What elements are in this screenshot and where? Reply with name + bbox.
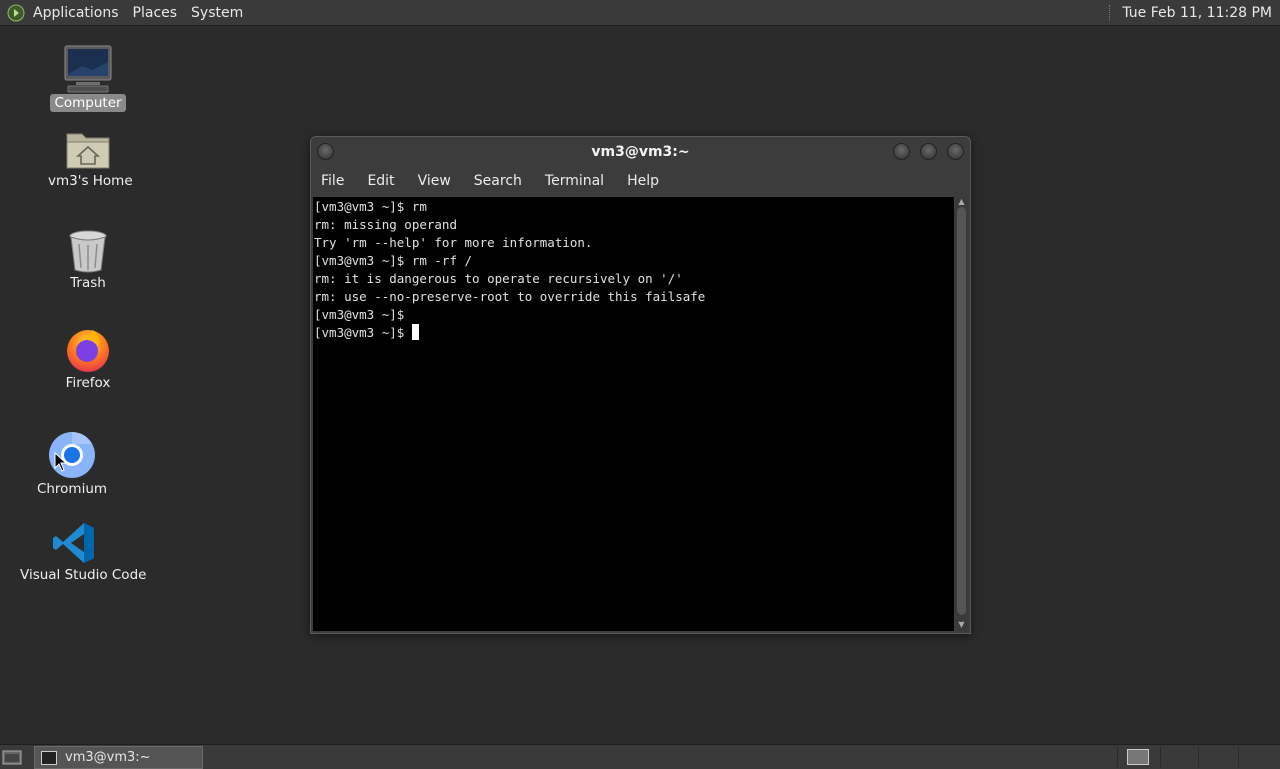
home-folder-icon [66,133,110,169]
menu-help[interactable]: Help [627,173,659,189]
panel-separator [1109,4,1114,21]
workspace-separator [1238,747,1239,767]
minimize-button[interactable] [893,143,910,160]
taskbar-item-terminal[interactable]: vm3@vm3:~ [34,746,203,769]
desktop-icon-trash[interactable]: Trash [44,228,132,292]
applications-logo-icon[interactable] [7,4,25,22]
clock[interactable]: Tue Feb 11, 11:28 PM [1122,5,1272,21]
text-cursor [411,324,419,340]
terminal-line: Try 'rm --help' for more information. [314,235,593,250]
taskbar-item-label: vm3@vm3:~ [65,750,151,765]
menu-terminal[interactable]: Terminal [545,173,604,189]
menu-places[interactable]: Places [133,5,178,21]
desktop-icon-computer[interactable]: Computer [44,44,132,112]
terminal-icon [41,750,57,765]
menu-edit[interactable]: Edit [367,173,394,189]
terminal-line: [vm3@vm3 ~]$ rm -rf / [314,253,473,268]
menu-view[interactable]: View [418,173,451,189]
menu-system[interactable]: System [191,5,243,21]
desktop-icon-firefox[interactable]: Firefox [44,326,132,392]
bottom-panel: vm3@vm3:~ [0,744,1280,769]
terminal-window[interactable]: vm3@vm3:~ File Edit View Search Terminal… [310,136,971,634]
desktop-icon-label: vm3's Home [48,173,133,189]
terminal-line: rm: missing operand [314,217,457,232]
menu-file[interactable]: File [321,173,344,189]
desktop-icon-label: Trash [70,275,106,291]
firefox-icon [67,330,109,372]
workspace-separator [1160,747,1161,767]
window-menubar: File Edit View Search Terminal Help [311,167,970,195]
terminal-output[interactable]: [vm3@vm3 ~]$ rm rm: missing operand Try … [313,197,954,631]
top-right-area: Tue Feb 11, 11:28 PM [1109,0,1280,25]
close-button[interactable] [947,143,964,160]
window-title: vm3@vm3:~ [591,144,690,160]
top-panel: Applications Places System Tue Feb 11, 1… [0,0,1280,26]
terminal-line: [vm3@vm3 ~]$ [314,307,405,322]
trash-icon [69,230,107,273]
terminal-scrollbar[interactable]: ▲ ▼ [955,197,968,631]
desktop-icon-vscode[interactable]: Visual Studio Code [16,520,146,584]
scroll-down-arrow-icon[interactable]: ▼ [957,621,966,629]
terminal-prompt-line[interactable]: [vm3@vm3 ~]$ [314,324,954,342]
terminal-line: rm: it is dangerous to operate recursive… [314,271,683,286]
menu-search[interactable]: Search [474,173,522,189]
terminal-line: [vm3@vm3 ~]$ rm [314,199,427,214]
workspace-1[interactable] [1127,749,1149,765]
window-titlebar[interactable]: vm3@vm3:~ [311,137,970,167]
desktop-icon-home[interactable]: vm3's Home [44,128,133,190]
scrollbar-thumb[interactable] [957,207,966,615]
terminal-line: rm: use --no-preserve-root to override t… [314,289,706,304]
workspace-separator [1198,747,1199,767]
desktop-icon-label: Visual Studio Code [20,567,147,583]
terminal-prompt: [vm3@vm3 ~]$ [314,325,412,340]
show-desktop-icon[interactable] [2,748,22,766]
vscode-icon [53,523,94,563]
desktop-icon-label: Firefox [65,375,111,391]
scroll-up-arrow-icon[interactable]: ▲ [957,198,966,206]
maximize-button[interactable] [920,143,937,160]
menu-applications[interactable]: Applications [33,5,119,21]
desktop-icon-chromium[interactable]: Chromium [28,430,116,498]
desktop-icon-label: Computer [50,94,126,112]
desktop-icon-label: Chromium [36,481,108,497]
computer-icon [64,45,112,93]
mouse-pointer-icon [54,452,68,472]
workspace-separator [1117,747,1118,767]
